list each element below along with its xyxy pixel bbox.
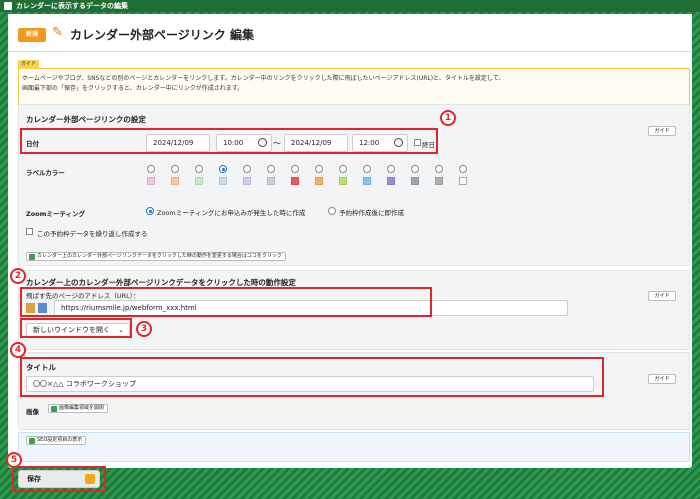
- label-color-label: ラベルカラー: [26, 169, 65, 177]
- label-color-radio[interactable]: [219, 165, 227, 173]
- guide-text: ホームページやブログ、SNSなどの別のページとカレンダーをリンクします。カレンダ…: [22, 74, 662, 94]
- new-badge: 新規: [18, 28, 46, 42]
- label-color-swatch: [171, 177, 179, 185]
- repeat-label: この予約枠データを繰り返し作成する: [37, 230, 148, 238]
- download-arrow-icon: [29, 438, 35, 444]
- label-color-swatch: [387, 177, 395, 185]
- label-color-radio[interactable]: [147, 165, 155, 173]
- guide-line-1: ホームページやブログ、SNSなどの別のページとカレンダーをリンクします。カレンダ…: [22, 75, 505, 82]
- label-color-radio[interactable]: [459, 165, 467, 173]
- label-color-radio[interactable]: [411, 165, 419, 173]
- label-color-swatch: [459, 177, 467, 185]
- window-title: カレンダーに表示するデータの編集: [16, 2, 128, 10]
- settings-guide-button[interactable]: ガイド: [648, 126, 676, 136]
- highlight-title: [20, 357, 604, 397]
- label-color-radio[interactable]: [291, 165, 299, 173]
- label-color-swatch: [363, 177, 371, 185]
- label-color-swatch: [339, 177, 347, 185]
- change-action-button[interactable]: カレンダー上のカレンダー外部ページリンクデータをクリックした時の動作を変更する場…: [26, 252, 286, 261]
- page-title: カレンダー外部ページリンク 編集: [70, 28, 254, 42]
- label-color-radio[interactable]: [315, 165, 323, 173]
- seo-toggle-label: SEO設定項目の表示: [37, 437, 83, 443]
- pencil-icon: ✎: [52, 25, 63, 40]
- marker-2: 2: [10, 268, 26, 284]
- label-color-radio[interactable]: [243, 165, 251, 173]
- image-label: 画像: [26, 408, 39, 416]
- label-color-swatch: [147, 177, 155, 185]
- label-color-swatch: [195, 177, 203, 185]
- app-icon: [4, 2, 12, 10]
- download-arrow-icon: [29, 254, 35, 260]
- label-color-radio[interactable]: [363, 165, 371, 173]
- label-color-radio[interactable]: [171, 165, 179, 173]
- label-color-swatch: [315, 177, 323, 185]
- settings-title: カレンダー外部ページリンクの設定: [26, 115, 146, 124]
- highlight-save: [12, 466, 106, 492]
- label-color-radio[interactable]: [195, 165, 203, 173]
- guide-line-2: 画面最下部の「保存」をクリックすると、カレンダー中にリンクが作成されます。: [22, 85, 244, 92]
- zoom-option-1-label: Zoomミーティングにお申込みが発生した時に作成: [157, 209, 306, 217]
- highlight-window-select: [20, 318, 132, 338]
- window-title-bar: カレンダーに表示するデータの編集: [0, 0, 700, 12]
- edit-panel: 新規 ✎ カレンダー外部ページリンク 編集 ガイド ホームページやブログ、SNS…: [8, 14, 692, 468]
- label-color-swatch: [411, 177, 419, 185]
- marker-3: 3: [136, 321, 152, 337]
- label-color-radio[interactable]: [387, 165, 395, 173]
- marker-4: 4: [10, 342, 26, 358]
- zoom-option-2-label: 予約枠作成後に即作成: [339, 209, 404, 217]
- page-header: 新規 ✎ カレンダー外部ページリンク 編集: [8, 14, 692, 52]
- zoom-radio-immediate[interactable]: [328, 207, 336, 215]
- title-guide-button[interactable]: ガイド: [648, 374, 676, 384]
- action-guide-button[interactable]: ガイド: [648, 291, 676, 301]
- highlight-date-row: [20, 128, 438, 154]
- label-color-radio[interactable]: [435, 165, 443, 173]
- label-color-swatch: [243, 177, 251, 185]
- label-color-swatch: [267, 177, 275, 185]
- download-arrow-icon: [51, 406, 57, 412]
- zoom-label: Zoomミーティング: [26, 210, 86, 218]
- label-color-swatch: [435, 177, 443, 185]
- label-color-radio[interactable]: [267, 165, 275, 173]
- seo-section: [18, 432, 690, 462]
- guide-tag: ガイド: [18, 60, 40, 69]
- change-action-label: カレンダー上のカレンダー外部ページリンクデータをクリックした時の動作を変更する場…: [37, 253, 282, 259]
- seo-toggle-button[interactable]: SEO設定項目の表示: [26, 436, 87, 445]
- image-toggle-button[interactable]: 画像編集領域を開閉: [48, 404, 109, 413]
- zoom-radio-on-apply[interactable]: [146, 207, 154, 215]
- label-color-swatch: [219, 177, 227, 185]
- label-color-swatch: [291, 177, 299, 185]
- marker-1: 1: [440, 110, 456, 126]
- highlight-url: [20, 287, 432, 317]
- image-toggle-label: 画像編集領域を開閉: [59, 405, 105, 411]
- repeat-checkbox[interactable]: [26, 228, 33, 235]
- label-color-radio[interactable]: [339, 165, 347, 173]
